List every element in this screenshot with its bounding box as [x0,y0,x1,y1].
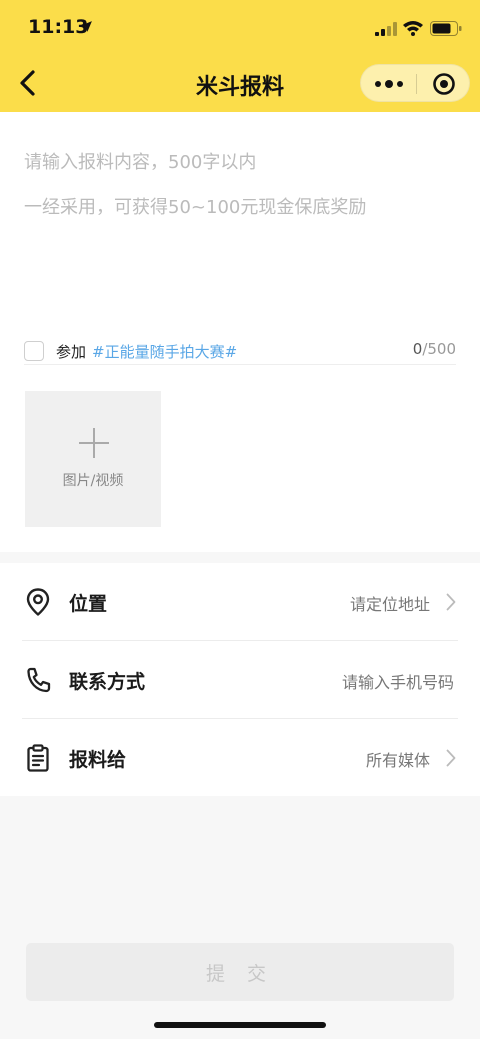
chevron-right-icon [446,593,456,611]
location-value: 请定位地址 [349,595,430,614]
recipient-label: 报料给 [69,749,127,771]
report-content-input[interactable]: 请输入报料内容，500字以内 一经采用，可获得50~100元现金保底奖励 [24,140,456,340]
location-pin-icon [26,588,50,616]
recipient-value: 所有媒体 [365,751,430,770]
upload-label: 图片/视频 [62,473,124,489]
submit-button[interactable]: 提 交 [26,943,454,1001]
location-label: 位置 [69,593,108,615]
topic-tag-link[interactable]: #正能量随手拍大赛# [92,341,237,362]
chevron-right-icon [446,749,456,767]
topic-row: 参加 #正能量随手拍大赛# 0/500 [24,338,456,366]
recipient-row[interactable]: 报料给 所有媒体 [0,719,480,797]
nav-bar: 米斗报料 [0,56,480,112]
wifi-icon [403,21,423,36]
char-counter: 0/500 [412,340,456,358]
close-target-icon [433,73,455,95]
location-row[interactable]: 位置 请定位地址 [0,563,480,641]
more-button[interactable] [361,65,416,103]
phone-icon [27,667,51,693]
upload-media-button[interactable]: 图片/视频 [25,391,161,527]
join-checkbox[interactable] [24,341,44,361]
contact-label: 联系方式 [69,671,146,693]
content-card: 请输入报料内容，500字以内 一经采用，可获得50~100元现金保底奖励 参加 … [0,112,480,552]
placeholder-line-1: 请输入报料内容，500字以内 [24,152,257,173]
form-card: 位置 请定位地址 联系方式 请输入手机号码 报料给 所有媒体 [0,563,480,796]
capsule-menu [360,64,470,102]
contact-row[interactable]: 联系方式 请输入手机号码 [0,641,480,719]
clipboard-icon [27,744,49,772]
placeholder-line-2: 一经采用，可获得50~100元现金保底奖励 [24,197,367,218]
battery-icon [430,21,462,36]
header: 11:13 米斗报料 [0,0,480,112]
location-arrow-icon [81,21,92,32]
status-bar: 11:13 [0,0,480,56]
close-button[interactable] [417,65,471,103]
divider [24,364,456,365]
join-label: 参加 [56,343,87,361]
signal-icon [375,22,397,36]
more-icon [374,81,381,87]
phone-input[interactable]: 请输入手机号码 [342,669,454,693]
home-indicator [154,1022,326,1028]
